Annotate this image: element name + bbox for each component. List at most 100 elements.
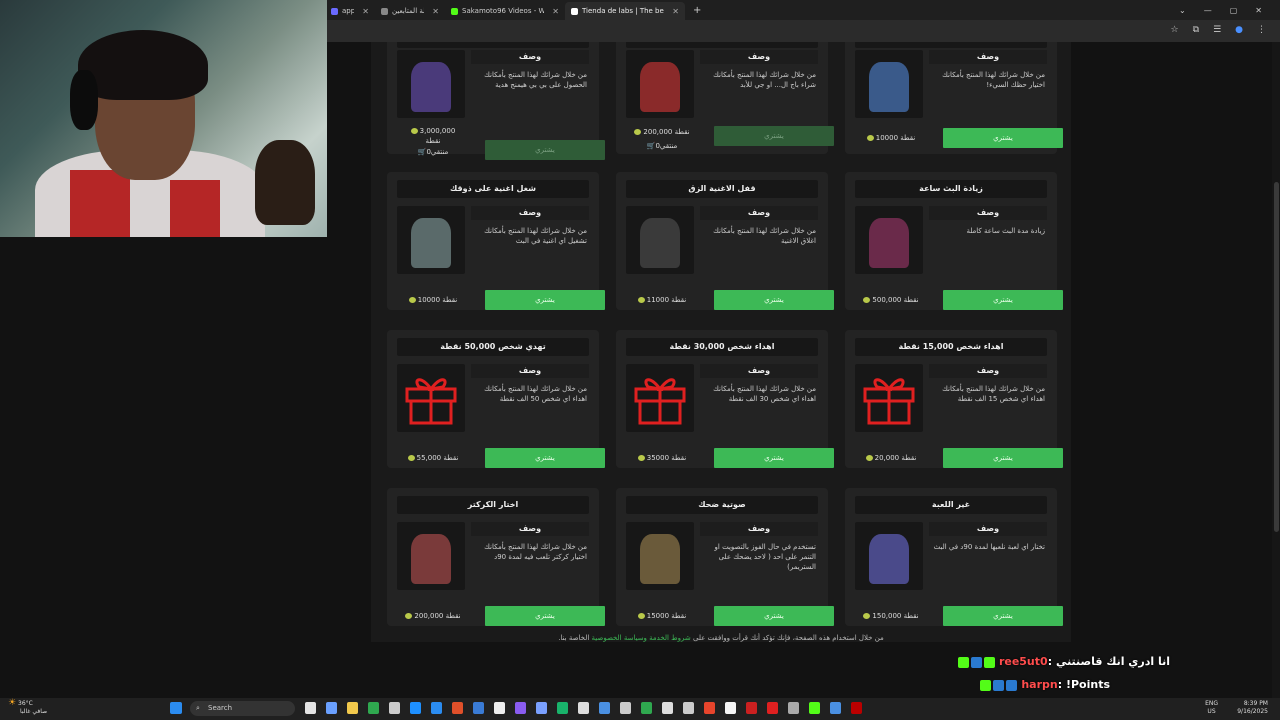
buy-button[interactable]: يشتري <box>485 290 605 310</box>
extensions-icon[interactable]: ⧉ <box>1193 25 1199 35</box>
tab-label: Tienda de labs | The best Chall <box>582 7 664 15</box>
product-price: 3,000,000 نقطة <box>395 126 471 146</box>
product-description: تستخدم في حال الفوز بالتصويت او التنمر ع… <box>714 543 816 571</box>
chat-text: انا ادري انك قاصنتني <box>1055 655 1170 668</box>
more-icon[interactable]: ⋮ <box>1257 25 1266 35</box>
taskbar-app-icon[interactable] <box>599 702 610 714</box>
product-title: زيادة البث ساعة <box>855 180 1047 198</box>
tab-close-icon[interactable]: ✕ <box>432 7 439 16</box>
buy-button[interactable]: يشتري <box>943 606 1063 626</box>
browser-tab[interactable]: app | لعبهم ✕ <box>325 2 375 20</box>
buy-button[interactable]: يشتري <box>714 448 834 468</box>
webcam-shirt-stripe <box>170 180 220 237</box>
taskbar-app-icon[interactable] <box>725 702 736 714</box>
new-tab-button[interactable]: + <box>693 5 701 16</box>
profile-icon[interactable]: ● <box>1235 25 1243 35</box>
taskbar-app-icon[interactable] <box>704 702 715 714</box>
chat-separator: : <box>1057 678 1063 691</box>
browser-tab[interactable]: العجلة المتابعين ✕ <box>375 2 445 20</box>
taskbar-app-icon[interactable] <box>494 702 505 714</box>
sub-badge-icon <box>993 679 1005 691</box>
taskbar-app-icon[interactable] <box>809 702 820 714</box>
minimize-icon[interactable]: — <box>1204 6 1212 15</box>
buy-button[interactable]: يشتري <box>714 126 834 146</box>
taskbar-app-icon[interactable] <box>368 702 379 714</box>
webcam-overlay <box>0 0 327 237</box>
weather-widget[interactable]: ☀ 36°C صافي غالبا <box>8 699 47 716</box>
scrollbar[interactable] <box>1272 42 1280 698</box>
coin-icon <box>408 297 416 303</box>
taskbar-app-icon[interactable] <box>536 702 547 714</box>
tab-favicon <box>381 7 388 15</box>
taskbar-app-icon[interactable] <box>473 702 484 714</box>
product-description: زيادة مدة البث ساعة كاملة <box>966 227 1045 235</box>
coin-icon <box>865 455 873 461</box>
buy-button[interactable]: يشتري <box>714 290 834 310</box>
taskbar-app-icon[interactable] <box>788 702 799 714</box>
buy-button[interactable]: يشتري <box>485 606 605 626</box>
taskbar-app-icon[interactable] <box>389 702 400 714</box>
buy-button[interactable]: يشتري <box>714 606 834 626</box>
taskbar-app-icon[interactable] <box>746 702 757 714</box>
webcam-headphones <box>70 70 98 130</box>
language-indicator[interactable]: ENG US <box>1205 700 1218 716</box>
buy-button[interactable]: يشتري <box>943 290 1063 310</box>
taskbar-search[interactable]: ⌕ Search <box>190 701 295 716</box>
footer-prefix: من خلال استخدام هذه الصفحة، فإنك تؤكد أن… <box>692 634 884 642</box>
product-card: وصف من خلال شرائك لهذا المنتج بأمكانك شرا… <box>616 42 834 154</box>
taskbar-app-icon[interactable] <box>830 702 841 714</box>
buy-button[interactable]: يشتري <box>485 448 605 468</box>
tab-label: app | لعبهم <box>342 7 355 15</box>
browser-tab[interactable]: Tienda de labs | The best Chall ✕ <box>565 2 685 20</box>
product-image-figure <box>411 218 451 268</box>
taskbar-app-icon[interactable] <box>305 702 316 714</box>
product-image-figure <box>869 62 909 112</box>
terms-link[interactable]: شروط الخدمة وسياسة الخصوصية <box>592 634 691 642</box>
buy-button[interactable]: يشتري <box>943 128 1063 148</box>
coin-icon <box>634 129 642 135</box>
coin-icon <box>637 613 645 619</box>
maximize-icon[interactable]: ▢ <box>1230 6 1238 15</box>
lang-top: ENG <box>1205 700 1218 707</box>
description-heading: وصف <box>700 206 818 220</box>
clock[interactable]: 8:39 PM 9/16/2025 <box>1237 700 1268 716</box>
taskbar-app-icon[interactable] <box>410 702 421 714</box>
kick-badge-icon <box>958 656 970 668</box>
taskbar-app-icon[interactable] <box>578 702 589 714</box>
product-title: اهداء شخص 15,000 نقطة <box>855 338 1047 356</box>
taskbar-app-icon[interactable] <box>683 702 694 714</box>
description-heading: وصف <box>929 522 1047 536</box>
coin-icon <box>863 297 871 303</box>
description-heading: وصف <box>471 50 589 64</box>
browser-tab[interactable]: Sakamoto96 Videos - Watch Or ✕ <box>445 2 565 20</box>
bookmark-star-icon[interactable]: ☆ <box>1171 25 1179 35</box>
taskbar-app-icon[interactable] <box>767 702 778 714</box>
webcam-shirt-stripe <box>70 170 130 237</box>
tab-close-icon[interactable]: ✕ <box>362 7 369 16</box>
product-card: وصف من خلال شرائك لهذا المنتج بأمكانك الح… <box>387 42 605 160</box>
taskbar-app-icon[interactable] <box>851 702 862 714</box>
tab-search-icon[interactable]: ⌄ <box>1179 6 1186 15</box>
menu-icon[interactable]: ☰ <box>1213 25 1221 35</box>
scrollbar-thumb[interactable] <box>1274 182 1279 532</box>
start-icon[interactable] <box>170 702 182 714</box>
taskbar-app-icon[interactable] <box>557 702 568 714</box>
taskbar-app-icon[interactable] <box>452 702 463 714</box>
taskbar-app-icon[interactable] <box>515 702 526 714</box>
buy-button[interactable]: يشتري <box>485 140 605 160</box>
close-icon[interactable]: ✕ <box>1255 6 1262 15</box>
taskbar-app-icon[interactable] <box>641 702 652 714</box>
tab-close-icon[interactable]: ✕ <box>672 7 679 16</box>
taskbar-app-icon[interactable] <box>347 702 358 714</box>
product-description: من خلال شرائك لهذا المنتج بأمكانك اغلاق … <box>713 227 816 245</box>
tab-close-icon[interactable]: ✕ <box>552 7 559 16</box>
webcam-kettle <box>255 140 315 225</box>
taskbar-app-icon[interactable] <box>326 702 337 714</box>
product-title: اهداء شخص 30,000 نقطة <box>626 338 818 356</box>
taskbar-app-icon[interactable] <box>620 702 631 714</box>
taskbar-app-icon[interactable] <box>662 702 673 714</box>
description-heading: وصف <box>929 364 1047 378</box>
product-image <box>397 364 465 432</box>
taskbar-app-icon[interactable] <box>431 702 442 714</box>
buy-button[interactable]: يشتري <box>943 448 1063 468</box>
